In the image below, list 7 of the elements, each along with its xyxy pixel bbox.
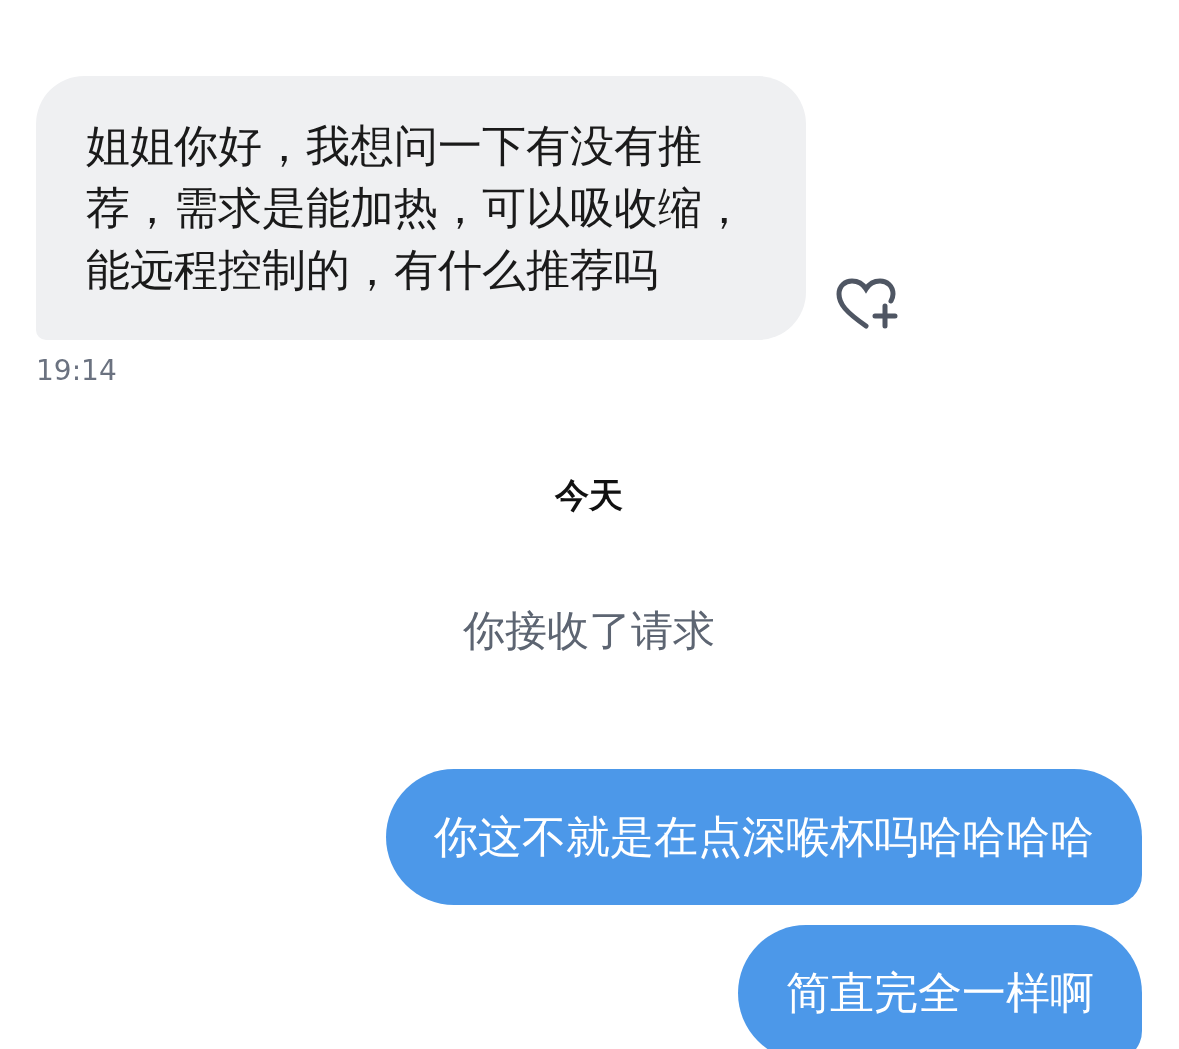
heart-plus-icon[interactable] (836, 278, 898, 332)
system-notice: 你接收了请求 (463, 605, 715, 657)
message-bubble: 你这不就是在点深喉杯吗哈哈哈哈 (386, 769, 1142, 905)
message-time: 19:14 (36, 354, 117, 387)
message-bubble: 简直完全一样啊 (738, 925, 1142, 1049)
date-divider: 今天 (555, 474, 623, 517)
message-bubble: 姐姐你好，我想问一下有没有推荐，需求是能加热，可以吸收缩，能远程控制的，有什么推荐吗 (36, 76, 806, 340)
